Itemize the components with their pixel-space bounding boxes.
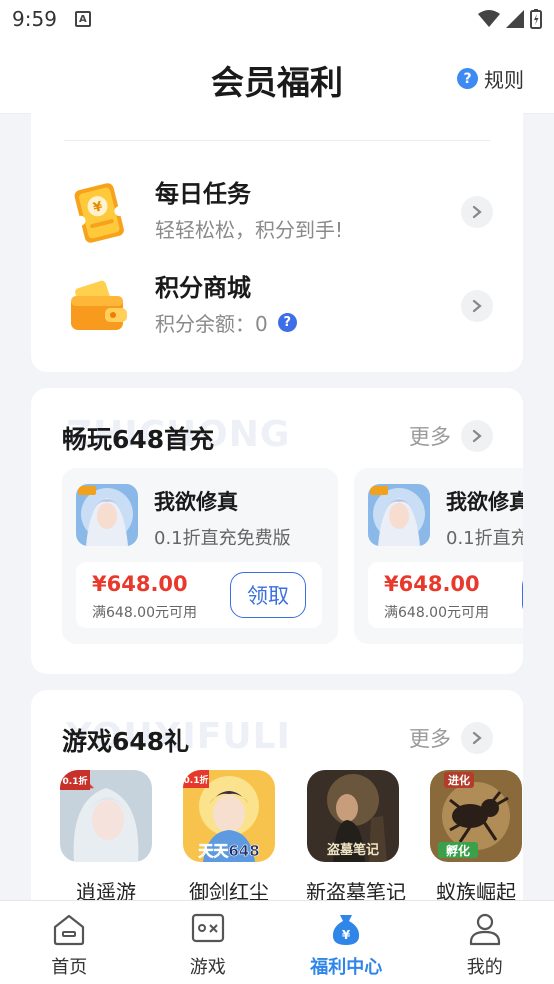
more-button[interactable]: 更多 [409,420,493,452]
nav-label: 首页 [51,957,88,978]
game-icon [368,484,430,546]
chevron-right-icon[interactable] [461,290,493,322]
game-icon: 盗墓笔记 [307,770,399,862]
game-name: 我欲修真 [154,490,238,514]
section-header: YOUXIFULI 游戏648礼 更多 [62,716,493,758]
nav-label: 游戏 [189,957,226,978]
nav-item-home[interactable]: 首页 [0,901,139,984]
task-title: 每日任务 [155,180,251,208]
nav-label: 我的 [466,957,503,978]
nav-label: 福利中心 [310,957,383,978]
game-icon: 0.1折 [60,770,152,862]
chevron-right-icon [461,420,493,452]
claim-button[interactable]: 领取 [230,572,306,618]
more-label: 更多 [409,727,451,751]
game-item[interactable]: 0.1折 逍遥游 [59,770,153,905]
status-indicators [478,9,542,29]
coupon-icon: ¥ [74,183,125,243]
task-title: 积分商城 [155,274,251,302]
daily-task-row[interactable]: ¥ 每日任务 轻轻松松，积分到手! [31,174,523,254]
rules-button[interactable]: ? 规则 [457,64,524,93]
svg-text:进化: 进化 [448,773,470,787]
svg-text:0.1折: 0.1折 [184,774,209,786]
nav-item-profile[interactable]: 我的 [416,901,554,984]
game-item[interactable]: 盗墓笔记 新盗墓笔记 [306,770,406,905]
points-mall-row[interactable]: 积分商城 积分余额：0 ? [31,268,523,348]
svg-text:孵化: 孵化 [446,843,470,858]
svg-text:盗墓笔记: 盗墓笔记 [327,842,379,858]
coupon-value-box: ¥648.00 满648.00元可用 领取 [76,562,322,628]
coupon-description: 0.1折直充免费版 [154,528,291,549]
help-icon[interactable]: ? [277,313,297,332]
wifi-icon [478,10,500,27]
section-title: 畅玩648首充 [62,425,215,454]
chevron-right-icon [461,722,493,754]
coupon-condition: 满648.00元可用 [92,605,197,621]
status-bar: 9:59 A [0,0,554,38]
home-icon [54,914,85,946]
wallet-icon [71,280,127,330]
coupon-card[interactable]: 我欲修真 0.1折直充免费版 ¥648.00 满648.00元可用 领取 [62,468,338,644]
game-item[interactable]: 0.1折 天天648 御剑红尘 [182,770,276,905]
first-recharge-card: ZHICHONG 畅玩648首充 更多 我欲修真 0.1折直充免费版 ¥648.… [31,388,523,674]
game-gift-card: YOUXIFULI 游戏648礼 更多 0.1折 逍遥游 0.1折 天天648 … [31,690,523,920]
battery-icon [530,9,542,29]
profile-icon [469,913,500,946]
coupon-price: ¥648.00 [92,572,188,596]
status-time: 9:59 [12,7,57,31]
gamepad-icon [191,913,224,943]
tasks-card: ¥ 每日任务 轻轻松松，积分到手! 积分商城 积分余额：0 ? [31,98,523,372]
section-title: 游戏648礼 [62,727,190,756]
game-icon: 0.1折 天天648 [183,770,275,862]
notification-a-icon: A [74,11,91,27]
nav-item-games[interactable]: 游戏 [139,901,278,984]
game-name: 我欲修真 [446,490,523,514]
claim-button[interactable]: 领取 [522,572,523,618]
nav-item-welfare[interactable]: ¥ 福利中心 [277,901,416,984]
help-icon: ? [457,68,478,89]
coupon-price: ¥648.00 [384,572,480,596]
task-subtitle: 积分余额：0 ? [155,308,297,337]
game-icon [76,484,138,546]
svg-text:0.1折: 0.1折 [63,775,88,787]
svg-text:¥: ¥ [342,928,351,942]
money-bag-icon: ¥ [333,915,360,945]
chevron-right-icon[interactable] [461,196,493,228]
coupon-description: 0.1折直充免费版 [446,528,523,549]
coupon-card[interactable]: 我欲修真 0.1折直充免费版 ¥648.00 满648.00元可用 领取 [354,468,523,644]
bottom-nav: 首页 游戏 ¥ 福利中心 我的 [0,900,554,984]
signal-icon [506,10,524,28]
more-label: 更多 [409,425,451,449]
coupon-condition: 满648.00元可用 [384,605,489,621]
more-button[interactable]: 更多 [409,722,493,754]
section-header: ZHICHONG 畅玩648首充 更多 [62,414,493,456]
coupon-value-box: ¥648.00 满648.00元可用 领取 [368,562,523,628]
divider [64,140,490,141]
game-icon: 进化 孵化 [430,770,522,862]
game-item[interactable]: 进化 孵化 蚁族崛起 [429,770,523,905]
rules-label: 规则 [484,68,524,92]
svg-text:天天648: 天天648 [198,842,259,860]
task-subtitle: 轻轻松松，积分到手! [155,218,344,242]
